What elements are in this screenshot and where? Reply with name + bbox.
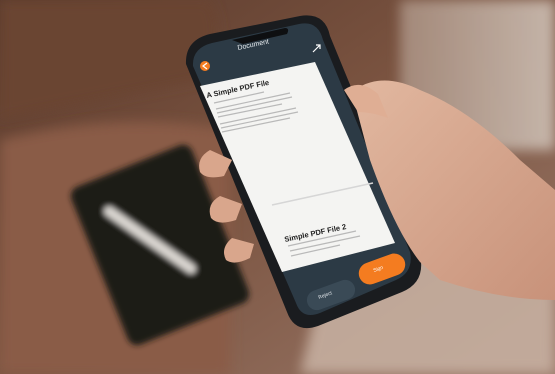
- photo-illustration: Document A Simple PDF File Simple PDF Fi…: [0, 0, 555, 374]
- photo-scene: Document A Simple PDF File Simple PDF Fi…: [0, 0, 555, 374]
- back-arrow-icon[interactable]: [200, 61, 210, 71]
